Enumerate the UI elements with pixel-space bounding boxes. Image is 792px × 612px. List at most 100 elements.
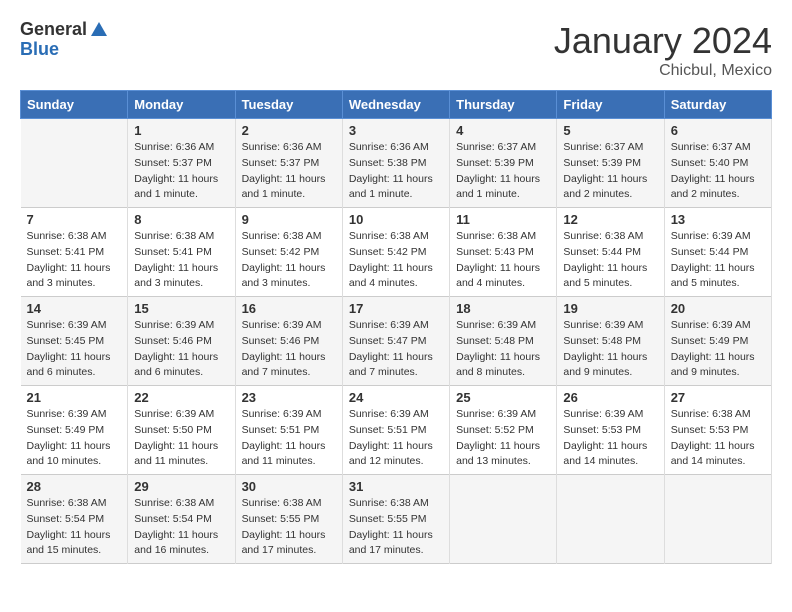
day-number: 10 [349, 212, 443, 227]
calendar-cell: 30Sunrise: 6:38 AM Sunset: 5:55 PM Dayli… [235, 475, 342, 564]
calendar-cell: 28 Sunrise: 6:38 AM Sunset: 5:54 PM Dayli… [21, 475, 128, 564]
header-cell-friday: Friday [557, 91, 664, 119]
calendar-cell: 27Sunrise: 6:38 AM Sunset: 5:53 PM Dayli… [664, 386, 771, 475]
day-detail: Sunrise: 6:38 AM Sunset: 5:41 PM Dayligh… [134, 229, 228, 292]
week-row-1: 1Sunrise: 6:36 AM Sunset: 5:37 PM Daylig… [21, 119, 772, 208]
day-number: 30 [242, 479, 336, 494]
day-number: 18 [456, 301, 550, 316]
day-number: 11 [456, 212, 550, 227]
day-detail: Sunrise: 6:39 AM Sunset: 5:51 PM Dayligh… [242, 407, 336, 470]
header-cell-wednesday: Wednesday [342, 91, 449, 119]
logo-icon [89, 20, 109, 40]
calendar-cell: 9 Sunrise: 6:38 AM Sunset: 5:42 PM Daylig… [235, 208, 342, 297]
calendar-cell: 13 Sunrise: 6:39 AM Sunset: 5:44 PM Dayli… [664, 208, 771, 297]
day-number: 27 [671, 390, 765, 405]
calendar-cell: 2Sunrise: 6:36 AM Sunset: 5:37 PM Daylig… [235, 119, 342, 208]
calendar-cell: 16 Sunrise: 6:39 AM Sunset: 5:46 PM Dayli… [235, 297, 342, 386]
day-number: 17 [349, 301, 443, 316]
month-title: January 2024 [554, 20, 772, 62]
day-number: 20 [671, 301, 765, 316]
location: Chicbul, Mexico [554, 62, 772, 80]
calendar-cell: 1Sunrise: 6:36 AM Sunset: 5:37 PM Daylig… [128, 119, 235, 208]
day-detail: Sunrise: 6:38 AM Sunset: 5:44 PM Dayligh… [563, 229, 657, 292]
calendar-cell: 12 Sunrise: 6:38 AM Sunset: 5:44 PM Dayli… [557, 208, 664, 297]
day-number: 5 [563, 123, 657, 138]
day-number: 13 [671, 212, 765, 227]
day-detail: Sunrise: 6:39 AM Sunset: 5:44 PM Dayligh… [671, 229, 765, 292]
day-number: 31 [349, 479, 443, 494]
day-number: 28 [27, 479, 122, 494]
calendar-cell: 6Sunrise: 6:37 AM Sunset: 5:40 PM Daylig… [664, 119, 771, 208]
day-detail: Sunrise: 6:39 AM Sunset: 5:49 PM Dayligh… [27, 407, 122, 470]
calendar-cell: 14 Sunrise: 6:39 AM Sunset: 5:45 PM Dayli… [21, 297, 128, 386]
day-number: 9 [242, 212, 336, 227]
week-row-5: 28 Sunrise: 6:38 AM Sunset: 5:54 PM Dayli… [21, 475, 772, 564]
title-section: January 2024 Chicbul, Mexico [554, 20, 772, 80]
day-number: 29 [134, 479, 228, 494]
day-number: 14 [27, 301, 122, 316]
day-number: 12 [563, 212, 657, 227]
header-row: SundayMondayTuesdayWednesdayThursdayFrid… [21, 91, 772, 119]
calendar-cell [450, 475, 557, 564]
day-detail: Sunrise: 6:39 AM Sunset: 5:52 PM Dayligh… [456, 407, 550, 470]
week-row-3: 14 Sunrise: 6:39 AM Sunset: 5:45 PM Dayli… [21, 297, 772, 386]
day-detail: Sunrise: 6:38 AM Sunset: 5:41 PM Dayligh… [27, 229, 122, 292]
day-number: 19 [563, 301, 657, 316]
day-detail: Sunrise: 6:39 AM Sunset: 5:53 PM Dayligh… [563, 407, 657, 470]
calendar-cell: 18Sunrise: 6:39 AM Sunset: 5:48 PM Dayli… [450, 297, 557, 386]
page-header: General Blue January 2024 Chicbul, Mexic… [20, 20, 772, 80]
calendar-cell: 8 Sunrise: 6:38 AM Sunset: 5:41 PM Daylig… [128, 208, 235, 297]
day-detail: Sunrise: 6:39 AM Sunset: 5:49 PM Dayligh… [671, 318, 765, 381]
calendar-cell: 15 Sunrise: 6:39 AM Sunset: 5:46 PM Dayli… [128, 297, 235, 386]
calendar-cell: 23 Sunrise: 6:39 AM Sunset: 5:51 PM Dayli… [235, 386, 342, 475]
header-cell-thursday: Thursday [450, 91, 557, 119]
calendar-cell: 21 Sunrise: 6:39 AM Sunset: 5:49 PM Dayli… [21, 386, 128, 475]
day-detail: Sunrise: 6:39 AM Sunset: 5:48 PM Dayligh… [563, 318, 657, 381]
day-number: 3 [349, 123, 443, 138]
calendar-cell [557, 475, 664, 564]
calendar-cell: 25Sunrise: 6:39 AM Sunset: 5:52 PM Dayli… [450, 386, 557, 475]
calendar-cell: 10 Sunrise: 6:38 AM Sunset: 5:42 PM Dayli… [342, 208, 449, 297]
day-detail: Sunrise: 6:38 AM Sunset: 5:54 PM Dayligh… [134, 496, 228, 559]
day-detail: Sunrise: 6:39 AM Sunset: 5:47 PM Dayligh… [349, 318, 443, 381]
day-number: 21 [27, 390, 122, 405]
day-number: 22 [134, 390, 228, 405]
day-detail: Sunrise: 6:39 AM Sunset: 5:45 PM Dayligh… [27, 318, 122, 381]
day-detail: Sunrise: 6:37 AM Sunset: 5:39 PM Dayligh… [563, 140, 657, 203]
day-number: 8 [134, 212, 228, 227]
day-detail: Sunrise: 6:38 AM Sunset: 5:42 PM Dayligh… [242, 229, 336, 292]
week-row-4: 21 Sunrise: 6:39 AM Sunset: 5:49 PM Dayli… [21, 386, 772, 475]
day-detail: Sunrise: 6:36 AM Sunset: 5:37 PM Dayligh… [242, 140, 336, 203]
day-detail: Sunrise: 6:39 AM Sunset: 5:46 PM Dayligh… [134, 318, 228, 381]
day-number: 23 [242, 390, 336, 405]
day-detail: Sunrise: 6:37 AM Sunset: 5:39 PM Dayligh… [456, 140, 550, 203]
day-detail: Sunrise: 6:38 AM Sunset: 5:42 PM Dayligh… [349, 229, 443, 292]
calendar-cell [664, 475, 771, 564]
day-detail: Sunrise: 6:39 AM Sunset: 5:46 PM Dayligh… [242, 318, 336, 381]
calendar-cell: 7Sunrise: 6:38 AM Sunset: 5:41 PM Daylig… [21, 208, 128, 297]
calendar-cell: 11 Sunrise: 6:38 AM Sunset: 5:43 PM Dayli… [450, 208, 557, 297]
day-detail: Sunrise: 6:37 AM Sunset: 5:40 PM Dayligh… [671, 140, 765, 203]
week-row-2: 7Sunrise: 6:38 AM Sunset: 5:41 PM Daylig… [21, 208, 772, 297]
calendar-cell: 26 Sunrise: 6:39 AM Sunset: 5:53 PM Dayli… [557, 386, 664, 475]
day-number: 26 [563, 390, 657, 405]
header-cell-tuesday: Tuesday [235, 91, 342, 119]
calendar-cell: 22Sunrise: 6:39 AM Sunset: 5:50 PM Dayli… [128, 386, 235, 475]
day-number: 16 [242, 301, 336, 316]
day-detail: Sunrise: 6:38 AM Sunset: 5:54 PM Dayligh… [27, 496, 122, 559]
day-detail: Sunrise: 6:38 AM Sunset: 5:43 PM Dayligh… [456, 229, 550, 292]
calendar-cell: 20 Sunrise: 6:39 AM Sunset: 5:49 PM Dayli… [664, 297, 771, 386]
header-cell-sunday: Sunday [21, 91, 128, 119]
calendar-cell: 3Sunrise: 6:36 AM Sunset: 5:38 PM Daylig… [342, 119, 449, 208]
calendar-cell: 19 Sunrise: 6:39 AM Sunset: 5:48 PM Dayli… [557, 297, 664, 386]
logo-general-text: General [20, 20, 87, 40]
day-detail: Sunrise: 6:39 AM Sunset: 5:51 PM Dayligh… [349, 407, 443, 470]
day-number: 4 [456, 123, 550, 138]
calendar-cell: 4 Sunrise: 6:37 AM Sunset: 5:39 PM Daylig… [450, 119, 557, 208]
calendar-body: 1Sunrise: 6:36 AM Sunset: 5:37 PM Daylig… [21, 119, 772, 564]
day-number: 15 [134, 301, 228, 316]
calendar-cell: 29 Sunrise: 6:38 AM Sunset: 5:54 PM Dayli… [128, 475, 235, 564]
calendar-cell: 17 Sunrise: 6:39 AM Sunset: 5:47 PM Dayli… [342, 297, 449, 386]
day-detail: Sunrise: 6:38 AM Sunset: 5:55 PM Dayligh… [349, 496, 443, 559]
header-cell-monday: Monday [128, 91, 235, 119]
